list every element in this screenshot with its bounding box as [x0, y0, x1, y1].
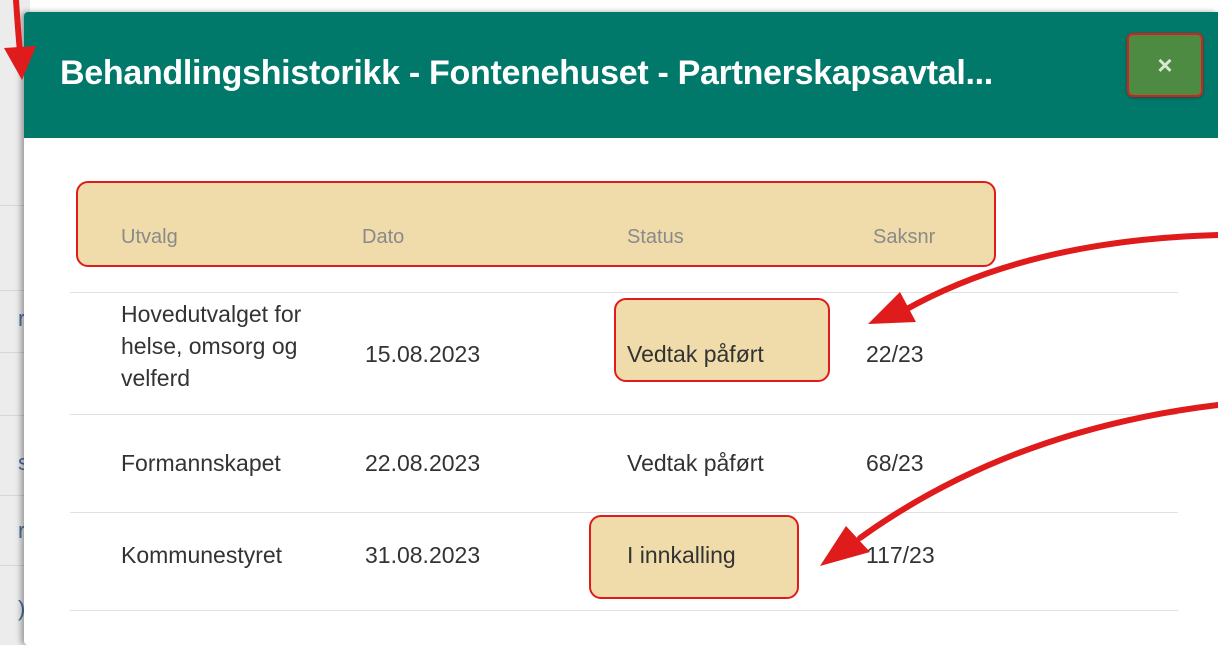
annotation-arrow	[868, 232, 1218, 324]
annotation-arrow	[4, 0, 36, 80]
annotation-arrows	[4, 0, 1218, 566]
annotation-arrow	[820, 402, 1218, 566]
